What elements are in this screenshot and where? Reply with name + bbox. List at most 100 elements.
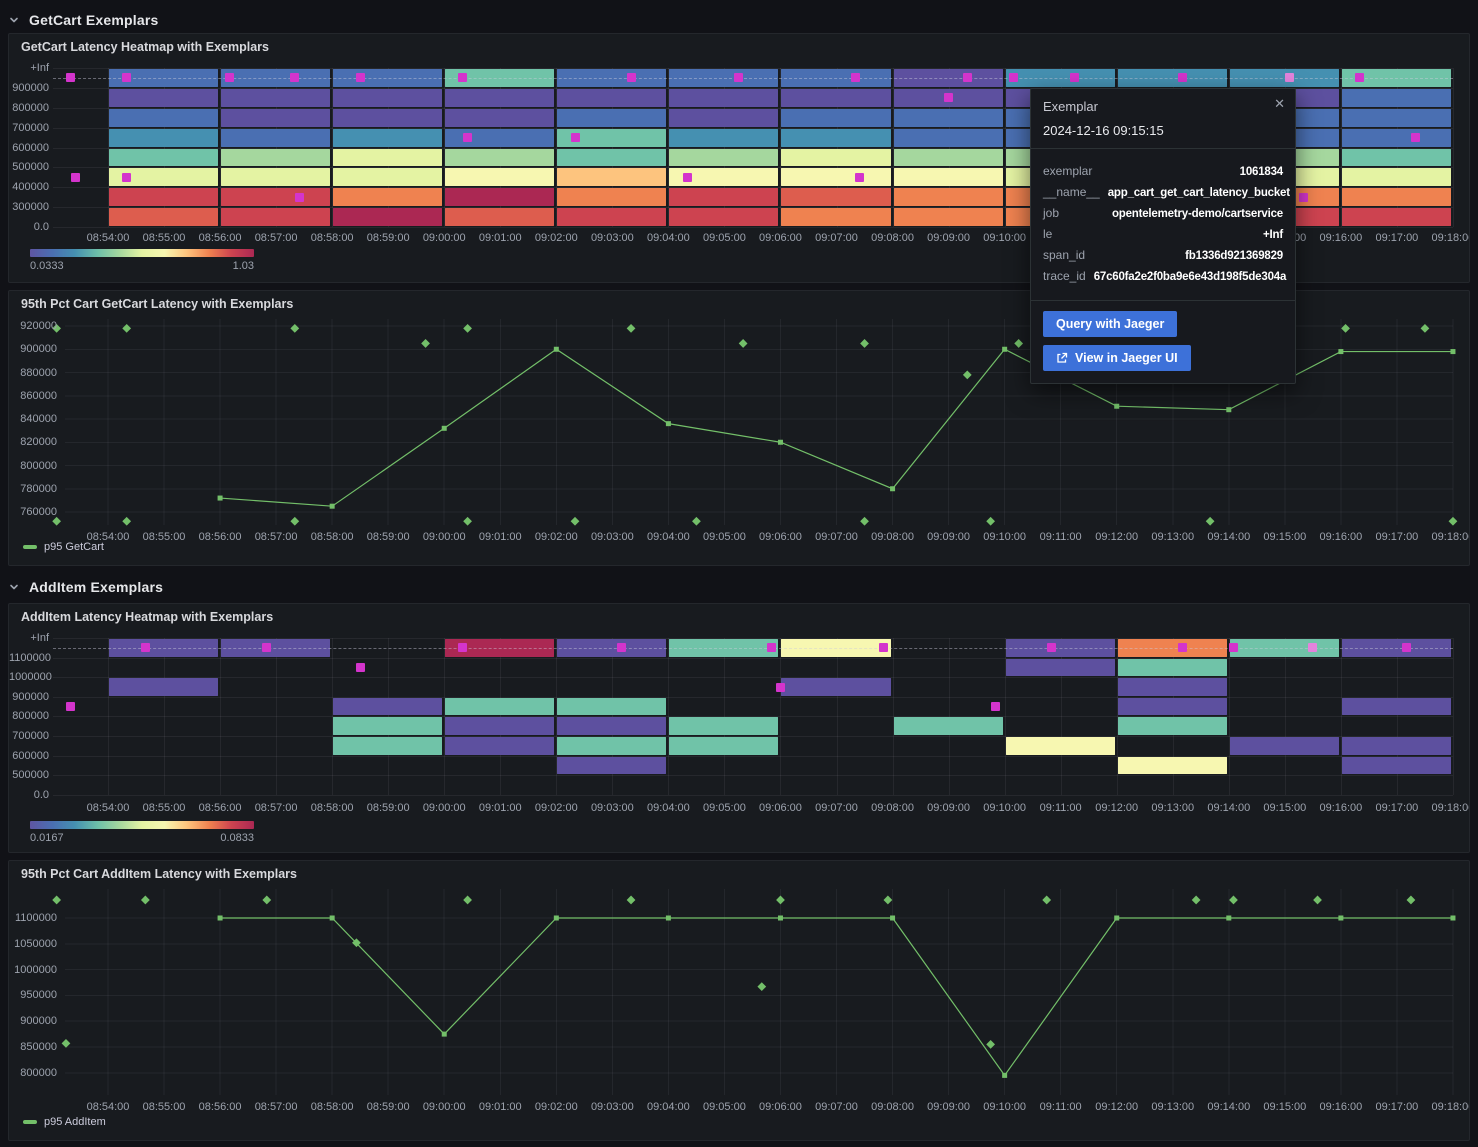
exemplar-marker[interactable] <box>855 173 864 182</box>
exemplar-marker[interactable] <box>290 73 299 82</box>
y-axis-tick-label: 1100000 <box>9 653 49 664</box>
exemplar-marker[interactable] <box>1285 73 1294 82</box>
exemplar-marker[interactable] <box>1308 643 1317 652</box>
exemplar-marker[interactable] <box>66 73 75 82</box>
heatmap-cell <box>333 89 442 107</box>
exemplar-diamond-marker[interactable] <box>1407 896 1416 905</box>
exemplar-diamond-marker[interactable] <box>1042 896 1051 905</box>
exemplar-diamond-marker[interactable] <box>122 324 131 333</box>
exemplar-diamond-marker[interactable] <box>1229 896 1238 905</box>
exemplar-diamond-marker[interactable] <box>122 517 131 526</box>
y-axis-tick-label: 800000 <box>11 1068 57 1079</box>
exemplar-marker[interactable] <box>776 683 785 692</box>
x-axis-tick-label: 09:18:00 <box>1418 802 1470 814</box>
exemplar-marker[interactable] <box>458 73 467 82</box>
heatmap-cell <box>109 678 218 696</box>
heatmap-cell <box>221 208 330 226</box>
exemplar-marker[interactable] <box>122 73 131 82</box>
heatmap-cell <box>557 89 666 107</box>
exemplar-marker[interactable] <box>963 73 972 82</box>
exemplar-diamond-marker[interactable] <box>1449 517 1458 526</box>
exemplar-marker[interactable] <box>991 702 1000 711</box>
exemplar-marker[interactable] <box>571 133 580 142</box>
exemplar-marker[interactable] <box>851 73 860 82</box>
exemplar-marker[interactable] <box>71 173 80 182</box>
exemplar-diamond-marker[interactable] <box>262 896 271 905</box>
exemplar-marker[interactable] <box>141 643 150 652</box>
exemplar-marker[interactable] <box>1070 73 1079 82</box>
view-in-jaeger-ui-button[interactable]: View in Jaeger UI <box>1043 345 1191 371</box>
exemplar-marker[interactable] <box>1009 73 1018 82</box>
y-axis-tick-label: +Inf <box>9 63 49 74</box>
exemplar-diamond-marker[interactable] <box>421 339 430 348</box>
exemplar-diamond-marker[interactable] <box>1421 324 1430 333</box>
exemplar-diamond-marker[interactable] <box>52 517 61 526</box>
exemplar-marker[interactable] <box>356 73 365 82</box>
exemplar-diamond-marker[interactable] <box>141 896 150 905</box>
exemplar-marker[interactable] <box>627 73 636 82</box>
exemplar-marker[interactable] <box>66 702 75 711</box>
exemplar-diamond-marker[interactable] <box>1192 896 1201 905</box>
exemplar-diamond-marker[interactable] <box>963 370 972 379</box>
close-icon[interactable]: ✕ <box>1274 97 1285 110</box>
exemplar-marker[interactable] <box>1299 193 1308 202</box>
exemplar-diamond-marker[interactable] <box>627 324 636 333</box>
exemplar-diamond-marker[interactable] <box>290 517 299 526</box>
exemplar-marker[interactable] <box>225 73 234 82</box>
exemplar-diamond-marker[interactable] <box>860 517 869 526</box>
exemplar-diamond-marker[interactable] <box>776 896 785 905</box>
exemplar-marker[interactable] <box>463 133 472 142</box>
chevron-down-icon <box>8 14 20 26</box>
exemplar-diamond-marker[interactable] <box>52 896 61 905</box>
exemplar-diamond-marker[interactable] <box>463 896 472 905</box>
exemplar-diamond-marker[interactable] <box>1014 339 1023 348</box>
exemplar-marker[interactable] <box>122 173 131 182</box>
exemplar-marker[interactable] <box>295 193 304 202</box>
exemplar-diamond-marker[interactable] <box>1206 517 1215 526</box>
heatmap-cell <box>669 188 778 206</box>
exemplar-diamond-marker[interactable] <box>463 324 472 333</box>
exemplar-marker[interactable] <box>767 643 776 652</box>
exemplar-marker[interactable] <box>262 643 271 652</box>
heatmap-cell <box>781 89 890 107</box>
exemplar-marker[interactable] <box>458 643 467 652</box>
heatmap-cell <box>781 208 890 226</box>
exemplar-diamond-marker[interactable] <box>571 517 580 526</box>
exemplar-diamond-marker[interactable] <box>860 339 869 348</box>
exemplar-marker[interactable] <box>1178 73 1187 82</box>
exemplar-marker[interactable] <box>944 93 953 102</box>
section-header-getcart[interactable]: GetCart Exemplars <box>8 8 158 32</box>
heatmap-cell <box>109 188 218 206</box>
exemplar-marker[interactable] <box>1229 643 1238 652</box>
heatmap-cell <box>445 698 554 716</box>
exemplar-diamond-marker[interactable] <box>692 517 701 526</box>
exemplar-diamond-marker[interactable] <box>290 324 299 333</box>
exemplar-marker[interactable] <box>879 643 888 652</box>
query-with-jaeger-button[interactable]: Query with Jaeger <box>1043 311 1177 337</box>
exemplar-diamond-marker[interactable] <box>757 982 766 991</box>
exemplar-diamond-marker[interactable] <box>1341 324 1350 333</box>
y-axis-tick-label: 820000 <box>11 437 57 448</box>
exemplar-marker[interactable] <box>356 663 365 672</box>
exemplar-diamond-marker[interactable] <box>739 339 748 348</box>
heatmap-cell <box>333 109 442 127</box>
panel-additem-latency-line: 95th Pct Cart AddItem Latency with Exemp… <box>8 860 1470 1141</box>
exemplar-diamond-marker[interactable] <box>986 517 995 526</box>
exemplar-diamond-marker[interactable] <box>62 1039 71 1048</box>
exemplar-marker[interactable] <box>1178 643 1187 652</box>
exemplar-marker[interactable] <box>1402 643 1411 652</box>
exemplar-marker[interactable] <box>1411 133 1420 142</box>
exemplar-diamond-marker[interactable] <box>463 517 472 526</box>
color-scale-min: 0.0167 <box>30 832 64 844</box>
section-header-additem[interactable]: AddItem Exemplars <box>8 575 163 599</box>
exemplar-marker[interactable] <box>683 173 692 182</box>
exemplar-marker[interactable] <box>617 643 626 652</box>
exemplar-marker[interactable] <box>1355 73 1364 82</box>
gridline-horizontal <box>53 775 1453 776</box>
exemplar-diamond-marker[interactable] <box>884 896 893 905</box>
exemplar-diamond-marker[interactable] <box>627 896 636 905</box>
exemplar-marker[interactable] <box>734 73 743 82</box>
exemplar-marker[interactable] <box>1047 643 1056 652</box>
exemplar-diamond-marker[interactable] <box>1313 896 1322 905</box>
heatmap-cell <box>557 149 666 167</box>
